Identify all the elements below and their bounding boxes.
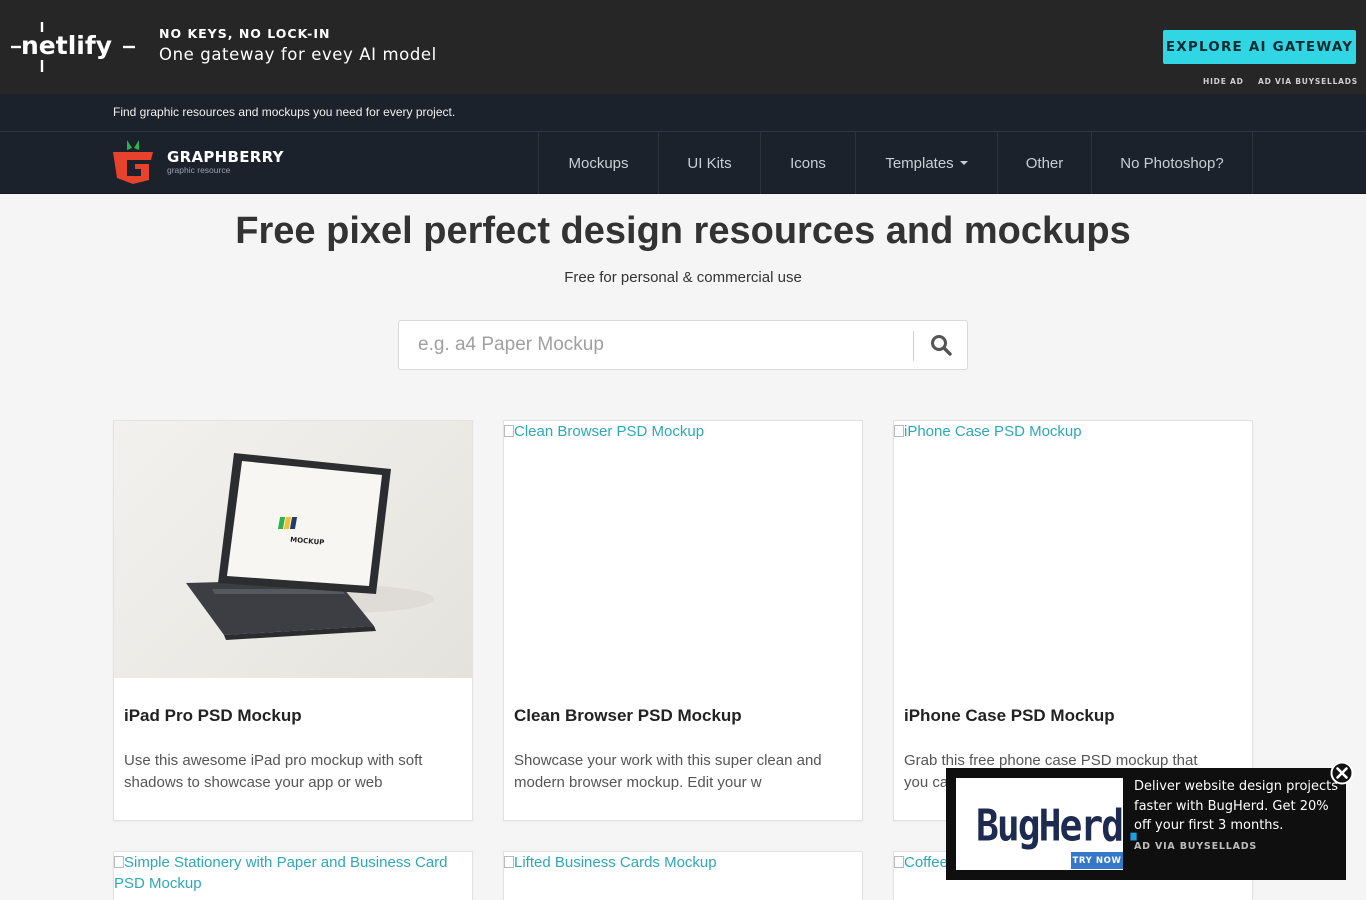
search-icon xyxy=(931,335,952,356)
top-strip: Find graphic resources and mockups you n… xyxy=(0,94,1366,131)
try-now-badge[interactable]: TRY NOW xyxy=(1071,852,1123,869)
broken-image-icon xyxy=(504,856,514,868)
card-image-broken[interactable]: Clean Browser PSD Mockup xyxy=(504,421,862,442)
resource-card[interactable]: Clean Browser PSD Mockup Clean Browser P… xyxy=(503,420,863,821)
card-description: Use this awesome iPad pro mockup with so… xyxy=(124,752,423,791)
ad-kicker: NO KEYS, NO LOCK-IN xyxy=(159,26,331,41)
resource-card[interactable]: MOCKUP iPad Pro PSD Mockup Use this awes… xyxy=(113,420,473,821)
broken-image-icon xyxy=(114,856,124,868)
nav-templates[interactable]: Templates xyxy=(856,132,998,194)
resource-card[interactable]: Lifted Business Cards Mockup xyxy=(503,851,863,900)
card-image-broken[interactable]: Lifted Business Cards Mockup xyxy=(504,852,862,873)
explore-ai-gateway-button[interactable]: EXPLORE AI GATEWAY xyxy=(1163,30,1356,64)
broken-image-icon xyxy=(894,425,904,437)
broken-image-icon xyxy=(894,856,904,868)
popup-ad[interactable]: BugHerd. TRY NOW Deliver website design … xyxy=(946,768,1346,880)
graphberry-logo-icon xyxy=(113,140,153,184)
card-description: Showcase your work with this super clean… xyxy=(514,752,822,791)
chevron-down-icon xyxy=(959,161,968,165)
netlify-wordmark: netlify xyxy=(21,31,112,60)
popup-ad-copy[interactable]: Deliver website design projects faster w… xyxy=(1134,777,1339,836)
search-input[interactable] xyxy=(400,322,912,368)
primary-nav: Mockups UI Kits Icons Templates Other No… xyxy=(538,132,1253,194)
netlify-logo[interactable]: netlify xyxy=(11,20,135,74)
ad-via-link[interactable]: AD VIA BUYSELLADS xyxy=(1258,77,1358,86)
resource-card[interactable]: iPhone Case PSD Mockup iPhone Case PSD M… xyxy=(893,420,1253,821)
close-icon[interactable] xyxy=(1330,761,1354,785)
hide-ad-link[interactable]: HIDE AD xyxy=(1203,77,1244,86)
nav-mockups[interactable]: Mockups xyxy=(539,132,659,194)
ad-tagline: One gateway for evey AI model xyxy=(159,45,437,64)
broken-image-icon xyxy=(504,425,514,437)
popup-ad-via[interactable]: AD VIA BUYSELLADS xyxy=(1134,841,1257,852)
search-box xyxy=(398,320,968,370)
page-subtitle: Free for personal & commercial use xyxy=(564,269,802,286)
nav-no-photoshop[interactable]: No Photoshop? xyxy=(1092,132,1253,194)
nav-other[interactable]: Other xyxy=(998,132,1092,194)
nav-ui-kits[interactable]: UI Kits xyxy=(659,132,761,194)
ipad-mockup-image: MOCKUP xyxy=(186,453,434,640)
card-title[interactable]: Clean Browser PSD Mockup xyxy=(514,706,742,726)
card-title[interactable]: iPhone Case PSD Mockup xyxy=(904,706,1115,726)
sponsor-banner[interactable]: netlify NO KEYS, NO LOCK-IN One gateway … xyxy=(0,0,1366,94)
brand-name: GRAPHBERRY xyxy=(167,148,284,166)
card-image-ipad[interactable]: MOCKUP xyxy=(114,421,472,678)
search-button[interactable] xyxy=(914,321,968,369)
nav-icons[interactable]: Icons xyxy=(761,132,856,194)
site-tagline: Find graphic resources and mockups you n… xyxy=(113,105,456,119)
card-image-broken[interactable]: Simple Stationery with Paper and Busines… xyxy=(114,852,472,894)
site-logo[interactable]: GRAPHBERRY graphic resource xyxy=(113,140,284,184)
card-title[interactable]: iPad Pro PSD Mockup xyxy=(124,706,302,726)
resource-card[interactable]: Simple Stationery with Paper and Busines… xyxy=(113,851,473,900)
page-title: Free pixel perfect design resources and … xyxy=(235,210,1131,252)
bugherd-logo: BugHerd. xyxy=(976,800,1145,851)
brand-subtitle: graphic resource xyxy=(167,165,231,175)
main-navbar: GRAPHBERRY graphic resource Mockups UI K… xyxy=(0,131,1366,194)
card-image-broken[interactable]: iPhone Case PSD Mockup xyxy=(894,421,1252,442)
